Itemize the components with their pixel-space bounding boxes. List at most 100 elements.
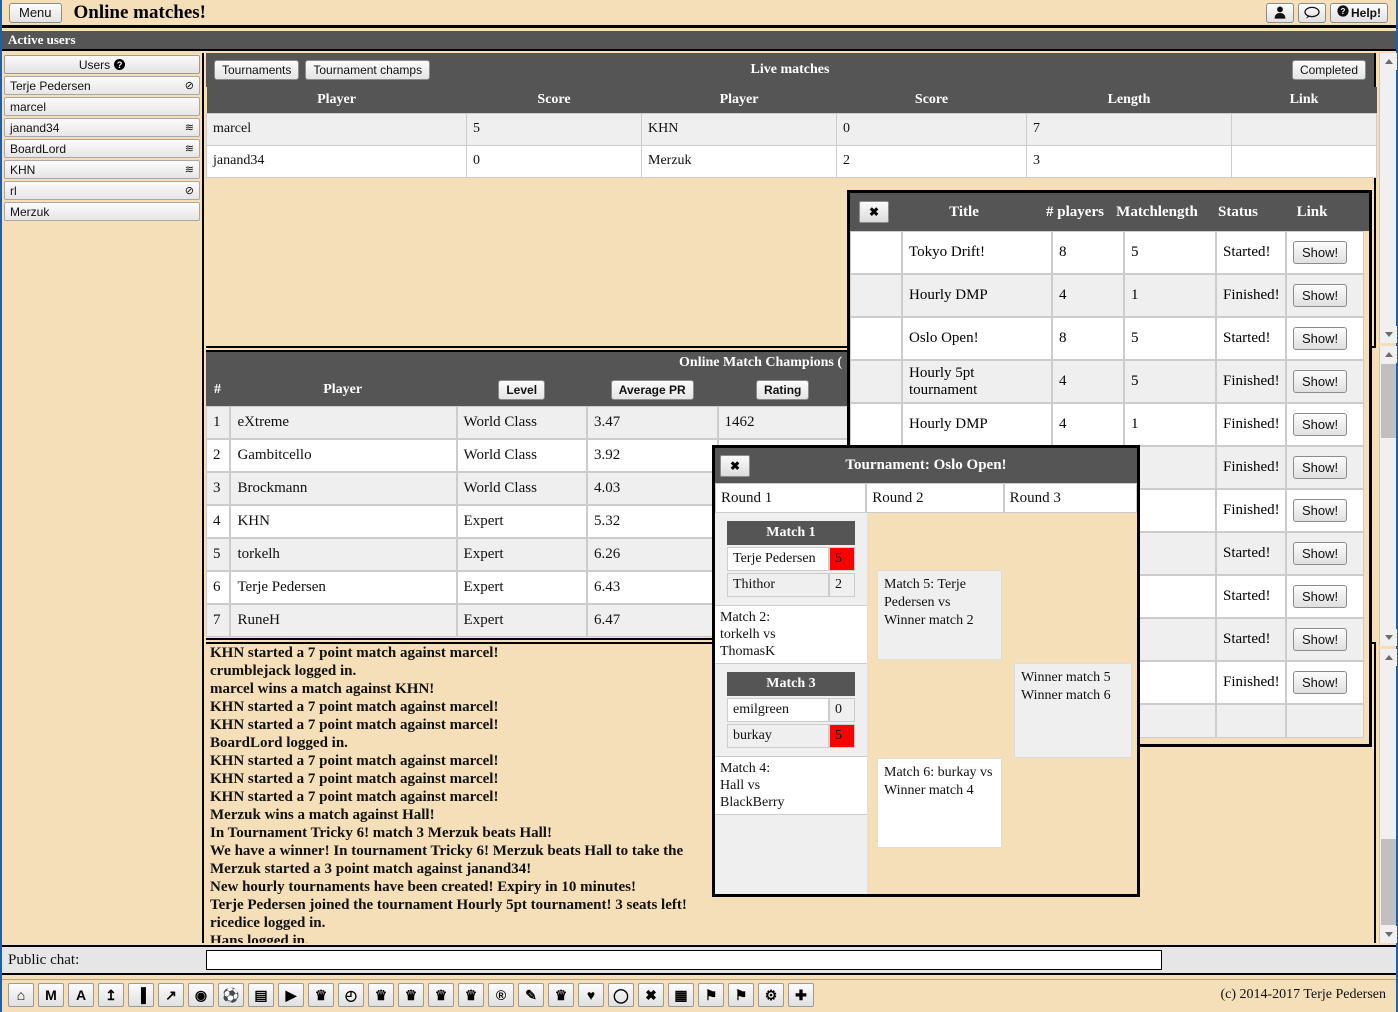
speech-bubble-icon[interactable] bbox=[1298, 2, 1326, 23]
sidebar-user-item[interactable]: janand34 ≋ bbox=[4, 118, 200, 137]
show-tournament-button[interactable]: Show! bbox=[1293, 327, 1348, 350]
close-icon[interactable]: ✖ bbox=[859, 201, 889, 223]
scroll-up-arrow[interactable] bbox=[1380, 53, 1397, 70]
tournament-link-cell: Show! bbox=[1286, 231, 1364, 274]
tab-tournaments[interactable]: Tournaments bbox=[214, 60, 300, 80]
eye-icon-glyph: ◉ bbox=[194, 986, 208, 1003]
sidebar-user-item[interactable]: marcel bbox=[4, 97, 200, 116]
scrollbar-thumb[interactable] bbox=[1381, 839, 1396, 925]
a-letter-icon[interactable]: A bbox=[68, 983, 94, 1007]
bar-chart-icon[interactable]: ▐ bbox=[128, 983, 154, 1007]
show-tournament-button[interactable]: Show! bbox=[1293, 499, 1348, 522]
trophy-icon[interactable]: ♛ bbox=[548, 983, 574, 1007]
upload-icon[interactable]: ↥ bbox=[98, 983, 124, 1007]
live-column-header: Score bbox=[466, 87, 642, 113]
trophy-icon[interactable]: ♛ bbox=[428, 983, 454, 1007]
settings-gears-icon[interactable]: ⚙ bbox=[758, 983, 784, 1007]
table-row[interactable]: Hourly DMP 4 1 Finished! Show! bbox=[850, 403, 1369, 446]
table-row[interactable]: 1 eXtreme World Class 3.47 1462 bbox=[206, 406, 848, 439]
show-tournament-button[interactable]: Show! bbox=[1293, 284, 1348, 307]
edit-icon[interactable]: ✎ bbox=[518, 983, 544, 1007]
close-x-icon[interactable]: ✖ bbox=[638, 983, 664, 1007]
sidebar-user-item[interactable]: rl ⊘ bbox=[4, 181, 200, 200]
scroll-down-arrow[interactable] bbox=[1380, 326, 1397, 343]
m-letter-icon[interactable]: M bbox=[38, 983, 64, 1007]
table-row[interactable]: Hourly DMP 4 1 Finished! Show! bbox=[850, 274, 1369, 317]
line-chart-icon-glyph: ↗ bbox=[165, 986, 177, 1003]
table-row[interactable]: Hourly 5pt tournament 4 5 Finished! Show! bbox=[850, 360, 1369, 403]
clock-icon[interactable]: ◴ bbox=[338, 983, 364, 1007]
tournament-row-spacer bbox=[850, 317, 902, 360]
menu-button[interactable]: Menu bbox=[9, 2, 62, 23]
soccer-ball-icon[interactable]: ⚽ bbox=[218, 983, 244, 1007]
champion-cell-pr: 4.03 bbox=[587, 472, 718, 505]
show-tournament-button[interactable]: Show! bbox=[1293, 241, 1348, 264]
show-tournament-button[interactable]: Show! bbox=[1293, 671, 1348, 694]
show-tournament-button[interactable]: Show! bbox=[1293, 628, 1348, 651]
live-matches-rows: marcel 5 KHN 0 7 janand34 0 Merzuk 2 3 bbox=[206, 112, 1377, 178]
table-row[interactable]: Tokyo Drift! 8 5 Started! Show! bbox=[850, 231, 1369, 274]
sidebar: Users ? Terje Pedersen ⊘ marcel janand34 ≋ Bo… bbox=[2, 53, 204, 943]
help-button[interactable]: ? Help! bbox=[1330, 2, 1388, 23]
line-chart-icon[interactable]: ↗ bbox=[158, 983, 184, 1007]
sort-level-button[interactable]: Level bbox=[498, 380, 546, 400]
live-cell-p2: KHN bbox=[641, 112, 837, 146]
sidebar-user-item[interactable]: KHN ≋ bbox=[4, 160, 200, 179]
completed-button[interactable]: Completed bbox=[1291, 60, 1366, 80]
registered-icon[interactable]: ® bbox=[488, 983, 514, 1007]
show-tournament-button[interactable]: Show! bbox=[1293, 370, 1348, 393]
speech-bubble-icon[interactable]: ◯ bbox=[608, 983, 634, 1007]
tab-tournament-champs[interactable]: Tournament champs bbox=[305, 60, 431, 80]
scrollbar-champions[interactable] bbox=[1379, 346, 1397, 646]
match-2-box: Match 2: torkelh vs ThomasK bbox=[715, 605, 867, 664]
scrollbar-chat-log[interactable] bbox=[1379, 649, 1397, 943]
person-icon[interactable] bbox=[1266, 2, 1294, 23]
match-1-player-1-name: Terje Pedersen bbox=[727, 547, 829, 571]
show-tournament-button[interactable]: Show! bbox=[1293, 542, 1348, 565]
scroll-down-arrow[interactable] bbox=[1380, 629, 1397, 646]
table-row[interactable]: Oslo Open! 8 5 Started! Show! bbox=[850, 317, 1369, 360]
copyright-text: (c) 2014-2017 Terje Pedersen bbox=[1220, 987, 1386, 1002]
home-icon[interactable]: ⌂ bbox=[8, 983, 34, 1007]
live-column-header: Player bbox=[641, 87, 837, 113]
archive-box-icon[interactable]: ▤ bbox=[248, 983, 274, 1007]
public-chat-input[interactable] bbox=[206, 950, 1162, 970]
bookmark-icon-glyph: ⚑ bbox=[704, 986, 718, 1003]
sidebar-user-item[interactable]: Terje Pedersen ⊘ bbox=[4, 76, 200, 95]
bookmark-icon[interactable]: ⚑ bbox=[698, 983, 724, 1007]
eye-icon[interactable]: ◉ bbox=[188, 983, 214, 1007]
play-icon[interactable]: ▶ bbox=[278, 983, 304, 1007]
top-bar: Menu Online matches! ? Help! bbox=[2, 0, 1396, 28]
show-tournament-button[interactable]: Show! bbox=[1293, 456, 1348, 479]
table-row[interactable]: janand34 0 Merzuk 2 3 bbox=[206, 144, 1377, 178]
scroll-down-arrow[interactable] bbox=[1380, 926, 1397, 943]
champion-cell-level: World Class bbox=[456, 439, 588, 472]
sort-average-pr-button[interactable]: Average PR bbox=[610, 380, 694, 400]
chat-log-line: Hans logged in. bbox=[210, 933, 309, 943]
sidebar-user-item[interactable]: Merzuk bbox=[4, 202, 200, 221]
heart-icon[interactable]: ♥ bbox=[578, 983, 604, 1007]
champion-cell-player: Brockmann bbox=[230, 472, 457, 505]
tournament-link-cell: Show! bbox=[1286, 489, 1364, 532]
table-row[interactable]: marcel 5 KHN 0 7 bbox=[206, 112, 1377, 146]
close-icon[interactable]: ✖ bbox=[720, 454, 750, 477]
scroll-up-arrow[interactable] bbox=[1380, 346, 1397, 363]
film-strip-icon[interactable]: ▦ bbox=[668, 983, 694, 1007]
sort-rating-button[interactable]: Rating bbox=[756, 380, 810, 400]
scrollbar-live-matches[interactable] bbox=[1379, 53, 1397, 343]
plus-icon[interactable]: ✚ bbox=[788, 983, 814, 1007]
champion-cell-n: 3 bbox=[206, 472, 231, 505]
bookmark-icon[interactable]: ⚑ bbox=[728, 983, 754, 1007]
help-question-icon[interactable]: ? bbox=[114, 59, 126, 70]
champion-cell-player: Gambitcello bbox=[230, 439, 457, 472]
scrollbar-thumb[interactable] bbox=[1381, 364, 1396, 438]
trophy-icon[interactable]: ♛ bbox=[308, 983, 334, 1007]
show-tournament-button[interactable]: Show! bbox=[1293, 413, 1348, 436]
trophy-icon[interactable]: ♛ bbox=[368, 983, 394, 1007]
sidebar-user-item[interactable]: BoardLord ≋ bbox=[4, 139, 200, 158]
scroll-up-arrow[interactable] bbox=[1380, 649, 1397, 666]
show-tournament-button[interactable]: Show! bbox=[1293, 585, 1348, 608]
match-3-player-1-score: 0 bbox=[829, 698, 855, 722]
trophy-icon[interactable]: ♛ bbox=[398, 983, 424, 1007]
trophy-icon[interactable]: ♛ bbox=[458, 983, 484, 1007]
